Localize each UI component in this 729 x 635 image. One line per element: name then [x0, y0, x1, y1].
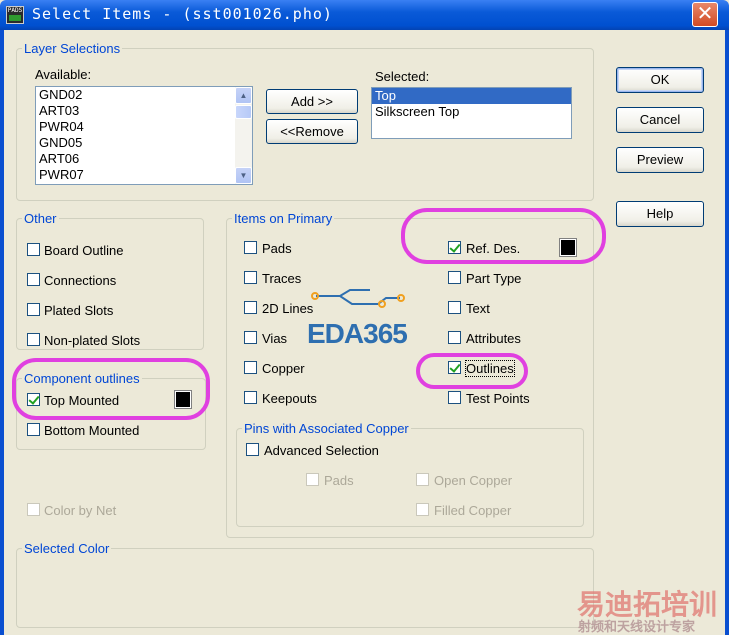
connections-label: Connections — [44, 273, 117, 288]
2d-lines-checkbox[interactable] — [244, 301, 257, 314]
highlight-ref-des — [401, 208, 606, 264]
connections-checkbox[interactable] — [27, 273, 40, 286]
traces-label: Traces — [262, 271, 302, 286]
keepouts-label: Keepouts — [262, 391, 317, 406]
part-type-checkbox[interactable] — [448, 271, 461, 284]
remove-button[interactable]: <<Remove — [266, 119, 358, 144]
board-outline-checkbox[interactable] — [27, 243, 40, 256]
other-label: Other — [22, 211, 59, 226]
test-points-checkbox[interactable] — [448, 391, 461, 404]
available-layer-item[interactable]: ART06 — [36, 151, 252, 167]
plated-slots-checkbox[interactable] — [27, 303, 40, 316]
pads-checkbox[interactable] — [244, 241, 257, 254]
copper-label: Copper — [262, 361, 305, 376]
available-scrollbar[interactable]: ▲ ▼ — [235, 87, 252, 184]
board-outline-label: Board Outline — [44, 243, 124, 258]
items-on-primary-label: Items on Primary — [232, 211, 335, 226]
window-title: Select Items - (sst001026.pho) — [32, 5, 333, 23]
selected-layers-list[interactable]: Top Silkscreen Top — [371, 87, 572, 139]
available-layer-item[interactable]: PWR07 — [36, 167, 252, 183]
keepouts-checkbox[interactable] — [244, 391, 257, 404]
preview-button[interactable]: Preview — [616, 147, 704, 173]
available-items: GND02 ART03 PWR04 GND05 ART06 PWR07 — [36, 87, 252, 183]
help-button[interactable]: Help — [616, 201, 704, 227]
available-layers-list[interactable]: GND02 ART03 PWR04 GND05 ART06 PWR07 ▲ ▼ — [35, 86, 253, 185]
scroll-up-icon[interactable]: ▲ — [235, 87, 252, 104]
part-type-label: Part Type — [466, 271, 522, 286]
selected-layer-item[interactable]: Silkscreen Top — [372, 104, 571, 120]
cancel-button[interactable]: Cancel — [616, 107, 704, 133]
eda365-logo: EDA365 — [307, 318, 408, 349]
open-copper-checkbox[interactable] — [416, 473, 429, 486]
text-label: Text — [466, 301, 490, 316]
highlight-outlines — [416, 353, 528, 389]
available-layer-item[interactable]: GND02 — [36, 87, 252, 103]
traces-checkbox[interactable] — [244, 271, 257, 284]
available-layer-item[interactable]: GND05 — [36, 135, 252, 151]
window-frame-right — [725, 30, 729, 635]
color-by-net-label: Color by Net — [44, 503, 117, 518]
2d-lines-label: 2D Lines — [262, 301, 314, 316]
available-layer-item[interactable]: PWR04 — [36, 119, 252, 135]
non-plated-slots-checkbox[interactable] — [27, 333, 40, 346]
test-points-label: Test Points — [466, 391, 530, 406]
selected-layer-item[interactable]: Top — [372, 88, 571, 104]
available-label: Available: — [35, 67, 92, 82]
ok-button[interactable]: OK — [616, 67, 704, 93]
non-plated-slots-label: Non-plated Slots — [44, 333, 141, 348]
advanced-selection-checkbox[interactable] — [246, 443, 259, 456]
filled-copper-label: Filled Copper — [434, 503, 512, 518]
vias-label: Vias — [262, 331, 288, 346]
color-by-net-checkbox[interactable] — [27, 503, 40, 516]
bottom-mounted-label: Bottom Mounted — [44, 423, 140, 438]
app-icon: PADS — [6, 6, 24, 24]
selected-color-label: Selected Color — [22, 541, 112, 556]
bottom-mounted-checkbox[interactable] — [27, 423, 40, 436]
pins-pads-label: Pads — [324, 473, 354, 488]
window-frame-left — [0, 30, 4, 635]
pins-pads-checkbox[interactable] — [306, 473, 319, 486]
filled-copper-checkbox[interactable] — [416, 503, 429, 516]
attributes-checkbox[interactable] — [448, 331, 461, 344]
selected-color-group — [16, 548, 594, 628]
scroll-down-icon[interactable]: ▼ — [235, 167, 252, 184]
layer-selections-label: Layer Selections — [22, 41, 123, 56]
add-button[interactable]: Add >> — [266, 89, 358, 114]
close-button[interactable]: ✕ — [692, 2, 718, 27]
copper-checkbox[interactable] — [244, 361, 257, 374]
pads-label: Pads — [262, 241, 292, 256]
app-icon-text: PADS — [7, 7, 23, 14]
circuit-trace-icon — [311, 289, 405, 308]
open-copper-label: Open Copper — [434, 473, 513, 488]
selected-label: Selected: — [375, 69, 430, 84]
watermark-subtitle: 射频和天线设计专家 — [578, 619, 696, 634]
highlight-component-outlines — [12, 358, 210, 420]
selected-items: Top Silkscreen Top — [372, 88, 571, 120]
pins-copper-label: Pins with Associated Copper — [242, 421, 411, 436]
scroll-thumb[interactable] — [235, 105, 252, 119]
advanced-selection-label: Advanced Selection — [264, 443, 379, 458]
close-icon: ✕ — [696, 3, 714, 25]
plated-slots-label: Plated Slots — [44, 303, 114, 318]
text-checkbox[interactable] — [448, 301, 461, 314]
available-layer-item[interactable]: ART03 — [36, 103, 252, 119]
vias-checkbox[interactable] — [244, 331, 257, 344]
attributes-label: Attributes — [466, 331, 521, 346]
